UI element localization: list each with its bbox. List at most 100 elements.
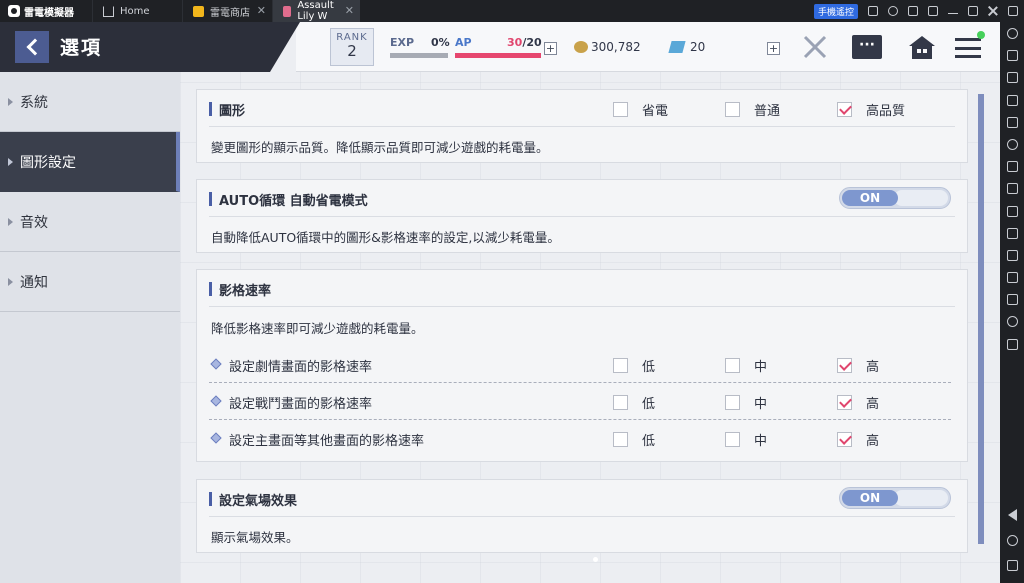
scissors-icon[interactable]: [1007, 206, 1018, 217]
back-button[interactable]: [15, 31, 49, 63]
settings-icon[interactable]: [1007, 28, 1018, 39]
home-icon[interactable]: [908, 34, 936, 60]
option-high[interactable]: 高: [837, 430, 879, 449]
option-low[interactable]: 低: [613, 430, 655, 449]
diamond-icon: [210, 432, 221, 443]
checkbox-checked[interactable]: [837, 102, 852, 117]
emulator-titlebar: 雷電模擬器 Home 雷電商店 ✕ Assault Lily W ✕ 手機遙控: [0, 0, 1024, 22]
tab-home[interactable]: Home: [92, 0, 182, 22]
screenshot-icon[interactable]: [1007, 117, 1018, 128]
checkbox[interactable]: [613, 358, 628, 373]
checkbox-checked[interactable]: [837, 358, 852, 373]
rotate-icon[interactable]: [1007, 339, 1018, 350]
tab-game-label: Assault Lily W: [297, 0, 350, 22]
checkbox[interactable]: [725, 432, 740, 447]
sidebar-item-sound[interactable]: 音效: [0, 192, 180, 252]
scrollbar-thumb[interactable]: [978, 94, 984, 544]
checkbox[interactable]: [725, 395, 740, 410]
location-icon[interactable]: [1007, 316, 1018, 327]
tab-game[interactable]: Assault Lily W ✕: [272, 0, 360, 22]
volume-up-icon[interactable]: [1007, 72, 1018, 83]
maximize-icon[interactable]: [968, 6, 978, 16]
checkbox-checked[interactable]: [837, 395, 852, 410]
back-icon[interactable]: [1008, 509, 1017, 521]
option-label: 中: [754, 393, 767, 412]
store-icon: [193, 6, 204, 17]
diamond-icon: [210, 358, 221, 369]
more-icon[interactable]: [1007, 272, 1018, 283]
keyboard-icon[interactable]: [1007, 50, 1018, 61]
close-tab-icon[interactable]: ✕: [257, 4, 266, 17]
minimize-icon[interactable]: [948, 8, 958, 14]
fullscreen-icon[interactable]: [1008, 6, 1018, 16]
emulator-window-controls: 手機遙控: [814, 0, 1018, 22]
tab-store[interactable]: 雷電商店 ✕: [182, 0, 272, 22]
option-low[interactable]: 低: [613, 393, 655, 412]
fps-icon[interactable]: [1007, 183, 1018, 194]
option-power-saving[interactable]: 省電: [613, 100, 668, 119]
toggle-track: [894, 190, 948, 206]
emulator-app-name: 雷電模擬器: [24, 4, 74, 19]
sidebar-item-system[interactable]: 系統: [0, 72, 180, 132]
chat-icon[interactable]: [852, 35, 882, 59]
gamepad-icon[interactable]: [868, 6, 878, 16]
chevron-left-icon: [26, 39, 43, 56]
option-high[interactable]: 高: [837, 393, 879, 412]
apk-icon[interactable]: [1007, 250, 1018, 261]
option-medium[interactable]: 中: [725, 393, 767, 412]
option-label: 普通: [754, 100, 780, 119]
checkbox[interactable]: [725, 358, 740, 373]
home-circle-icon[interactable]: [1007, 535, 1018, 546]
page-title: 選項: [60, 33, 102, 60]
auto-loop-panel: AUTO循環 自動省電模式 ON 自動降低AUTO循環中的圖形&影格速率的設定,…: [196, 179, 968, 253]
exp-bar: [390, 53, 448, 58]
option-label: 高品質: [866, 100, 905, 119]
close-tab-icon[interactable]: ✕: [345, 4, 354, 17]
option-high-quality[interactable]: 高品質: [837, 100, 905, 119]
sync-icon[interactable]: [1007, 228, 1018, 239]
account-icon[interactable]: [888, 6, 898, 16]
checkbox[interactable]: [613, 395, 628, 410]
coin-count: 300,782: [591, 40, 641, 54]
option-low[interactable]: 低: [613, 356, 655, 375]
add-gem-button[interactable]: +: [767, 42, 780, 55]
checkbox[interactable]: [613, 102, 628, 117]
remote-control-button[interactable]: 手機遙控: [814, 4, 858, 19]
checkbox[interactable]: [613, 432, 628, 447]
mail-icon[interactable]: [908, 6, 918, 16]
accent-bar: [209, 492, 212, 506]
volume-down-icon[interactable]: [1007, 95, 1018, 106]
record-icon[interactable]: [1007, 161, 1018, 172]
option-medium[interactable]: 中: [725, 430, 767, 449]
arrow-icon: [8, 98, 13, 106]
sidebar-item-graphics[interactable]: 圖形設定: [0, 132, 180, 192]
sidebar-item-notifications[interactable]: 通知: [0, 252, 180, 312]
sidebar-item-label: 圖形設定: [20, 152, 76, 172]
fps-row-story: 設定劇情畫面的影格速率 低 中 高: [209, 346, 951, 383]
menu-icon[interactable]: [928, 6, 938, 16]
accent-bar: [209, 192, 212, 206]
fps-row-label: 設定劇情畫面的影格速率: [229, 356, 372, 375]
option-medium[interactable]: 中: [725, 356, 767, 375]
close-window-icon[interactable]: [988, 6, 998, 16]
aura-toggle[interactable]: ON: [839, 487, 951, 509]
arrow-icon: [8, 278, 13, 286]
crossed-swords-icon[interactable]: [802, 34, 828, 60]
settings-sidebar: 系統 圖形設定 音效 通知: [0, 72, 180, 583]
option-high[interactable]: 高: [837, 356, 879, 375]
add-ap-button[interactable]: +: [544, 42, 557, 55]
arrow-icon: [8, 218, 13, 226]
macro-icon[interactable]: [1007, 139, 1018, 150]
emulator-logo-icon: [8, 5, 20, 17]
auto-loop-toggle[interactable]: ON: [839, 187, 951, 209]
checkbox[interactable]: [725, 102, 740, 117]
diamond-icon: [210, 395, 221, 406]
ap-value: 30/20: [507, 36, 542, 49]
checkbox-checked[interactable]: [837, 432, 852, 447]
recents-icon[interactable]: [1007, 560, 1018, 571]
hamburger-menu-icon[interactable]: [955, 38, 981, 58]
option-normal[interactable]: 普通: [725, 100, 780, 119]
folder-icon[interactable]: [1007, 294, 1018, 305]
rank-badge: RANK 2: [330, 28, 374, 66]
game-icon: [283, 6, 291, 17]
